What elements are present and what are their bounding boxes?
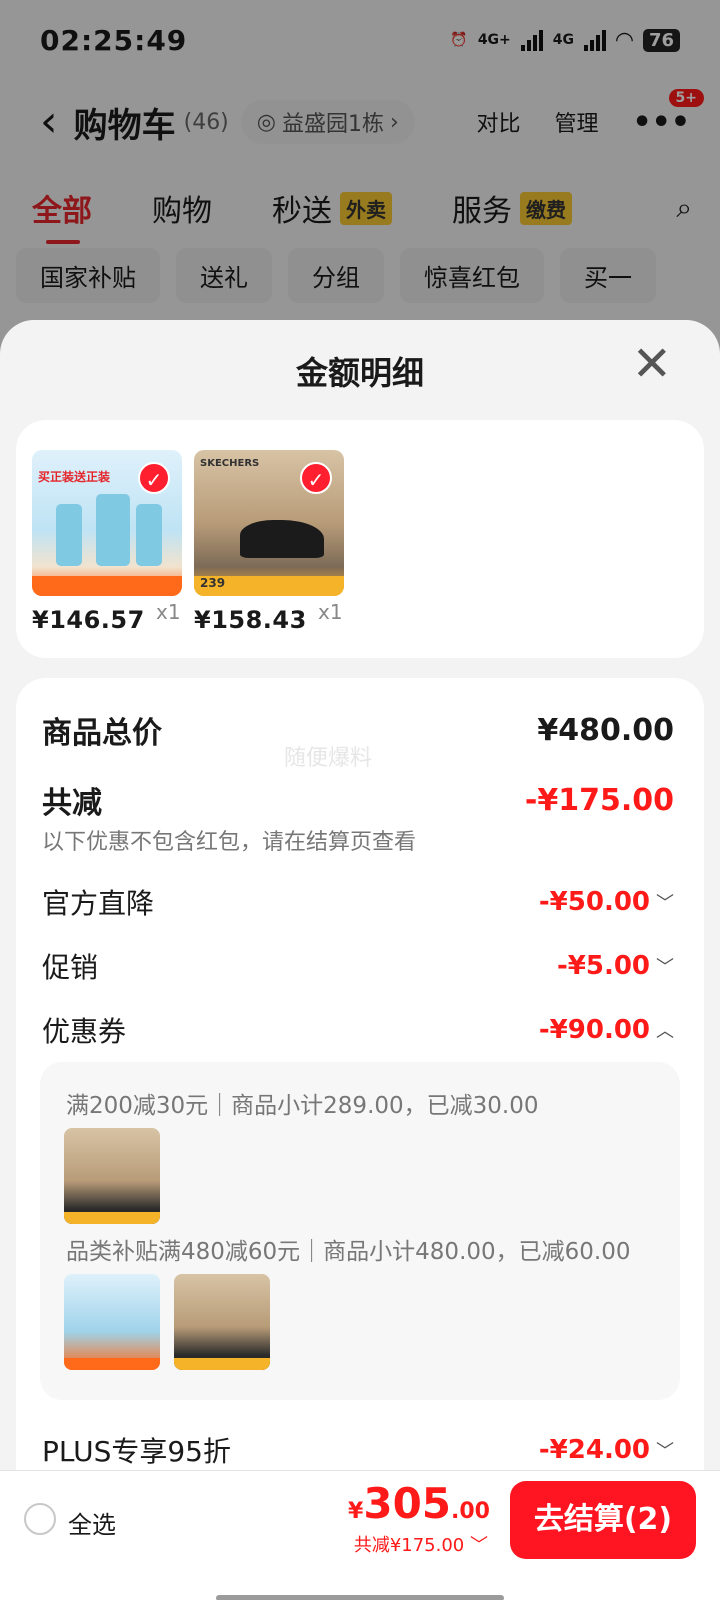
selected-check-icon: ✓: [300, 462, 332, 494]
product-image-shoes: SKECHERS 239 ✓: [194, 450, 344, 596]
coupon-line: 品类补贴满480减60元｜商品小计480.00，已减60.00: [66, 1239, 631, 1265]
promotion-value: -¥5.00: [556, 951, 650, 981]
coupon-line: 满200减30元｜商品小计289.00，已减30.00: [66, 1093, 539, 1119]
product-qty: x1: [156, 600, 181, 624]
total-int: 305: [363, 1479, 452, 1528]
subtotal-value: ¥480.00: [537, 712, 674, 748]
price-detail-card: 商品总价 ¥480.00 随便爆料 共减 -¥175.00 以下优惠不包含红包，…: [16, 678, 704, 1600]
chevron-down-icon: ﹀: [470, 1535, 488, 1556]
amount-detail-sheet: 金额明细 ✕ 买正装送正装 ✓ ¥146.57 x1 SKECHERS 239 …: [0, 320, 720, 1600]
product-card: 买正装送正装 ✓ ¥146.57 x1 SKECHERS 239 ✓ ¥158.…: [16, 420, 704, 658]
plus-discount-row[interactable]: PLUS专享95折 -¥24.00 ﹀: [42, 1430, 674, 1470]
coupon-product-thumb: [174, 1274, 270, 1370]
product-item[interactable]: SKECHERS 239 ✓ ¥158.43 x1: [194, 450, 344, 634]
chevron-down-icon: ﹀: [656, 957, 674, 978]
coupon-row[interactable]: 优惠券 -¥90.00 ︿: [42, 1010, 674, 1050]
official-discount-label: 官方直降: [42, 887, 155, 920]
coupon-value: -¥90.00: [538, 1015, 650, 1045]
selected-check-icon: ✓: [138, 462, 170, 494]
total-currency: ¥: [348, 1499, 364, 1524]
coupon-product-thumb: [64, 1128, 160, 1224]
total-reduction-label: 共减: [42, 786, 102, 821]
plus-discount-label: PLUS专享95折: [42, 1435, 231, 1468]
chevron-down-icon: ﹀: [656, 893, 674, 914]
saved-amount-toggle[interactable]: 共减¥175.00 ﹀: [354, 1531, 488, 1557]
coupon-label: 优惠券: [42, 1015, 127, 1048]
bottom-bar: 全选 ¥ 305 .00 共减¥175.00 ﹀ 去结算(2): [0, 1470, 720, 1600]
product-qty: x1: [318, 600, 343, 624]
official-discount-value: -¥50.00: [538, 887, 650, 917]
promotion-row[interactable]: 促销 -¥5.00 ﹀: [42, 946, 674, 986]
subtotal-label: 商品总价: [42, 716, 162, 751]
plus-discount-value: -¥24.00: [538, 1435, 650, 1465]
product-image-text: SKECHERS: [200, 458, 260, 469]
total-reduction-row: 共减 -¥175.00: [42, 778, 674, 822]
home-indicator[interactable]: [216, 1595, 504, 1600]
product-item[interactable]: 买正装送正装 ✓ ¥146.57 x1: [32, 450, 182, 634]
product-image-skincare: 买正装送正装 ✓: [32, 450, 182, 596]
saved-amount: 共减¥175.00: [353, 1535, 465, 1556]
close-icon[interactable]: ✕: [632, 336, 672, 392]
select-all-label[interactable]: 全选: [68, 1505, 116, 1540]
product-image-text: 买正装送正装: [38, 470, 111, 484]
sheet-title: 金额明细: [295, 354, 424, 392]
chevron-up-icon: ︿: [656, 1021, 674, 1042]
chevron-down-icon: ﹀: [656, 1441, 674, 1462]
discount-note: 以下优惠不包含红包，请在结算页查看: [42, 830, 417, 855]
select-all-radio[interactable]: [24, 1503, 56, 1535]
total-decimal: .00: [451, 1499, 490, 1524]
checkout-button[interactable]: 去结算(2): [510, 1481, 696, 1559]
total-price: ¥ 305 .00: [348, 1479, 490, 1528]
watermark: 随便爆料: [284, 746, 373, 771]
official-discount-row[interactable]: 官方直降 -¥50.00 ﹀: [42, 882, 674, 922]
coupon-product-thumb: [64, 1274, 160, 1370]
promotion-label: 促销: [42, 951, 99, 984]
product-image-price: 239: [200, 576, 226, 590]
coupon-detail-box: 满200减30元｜商品小计289.00，已减30.00 品类补贴满480减60元…: [40, 1062, 680, 1400]
total-reduction-value: -¥175.00: [524, 782, 674, 818]
